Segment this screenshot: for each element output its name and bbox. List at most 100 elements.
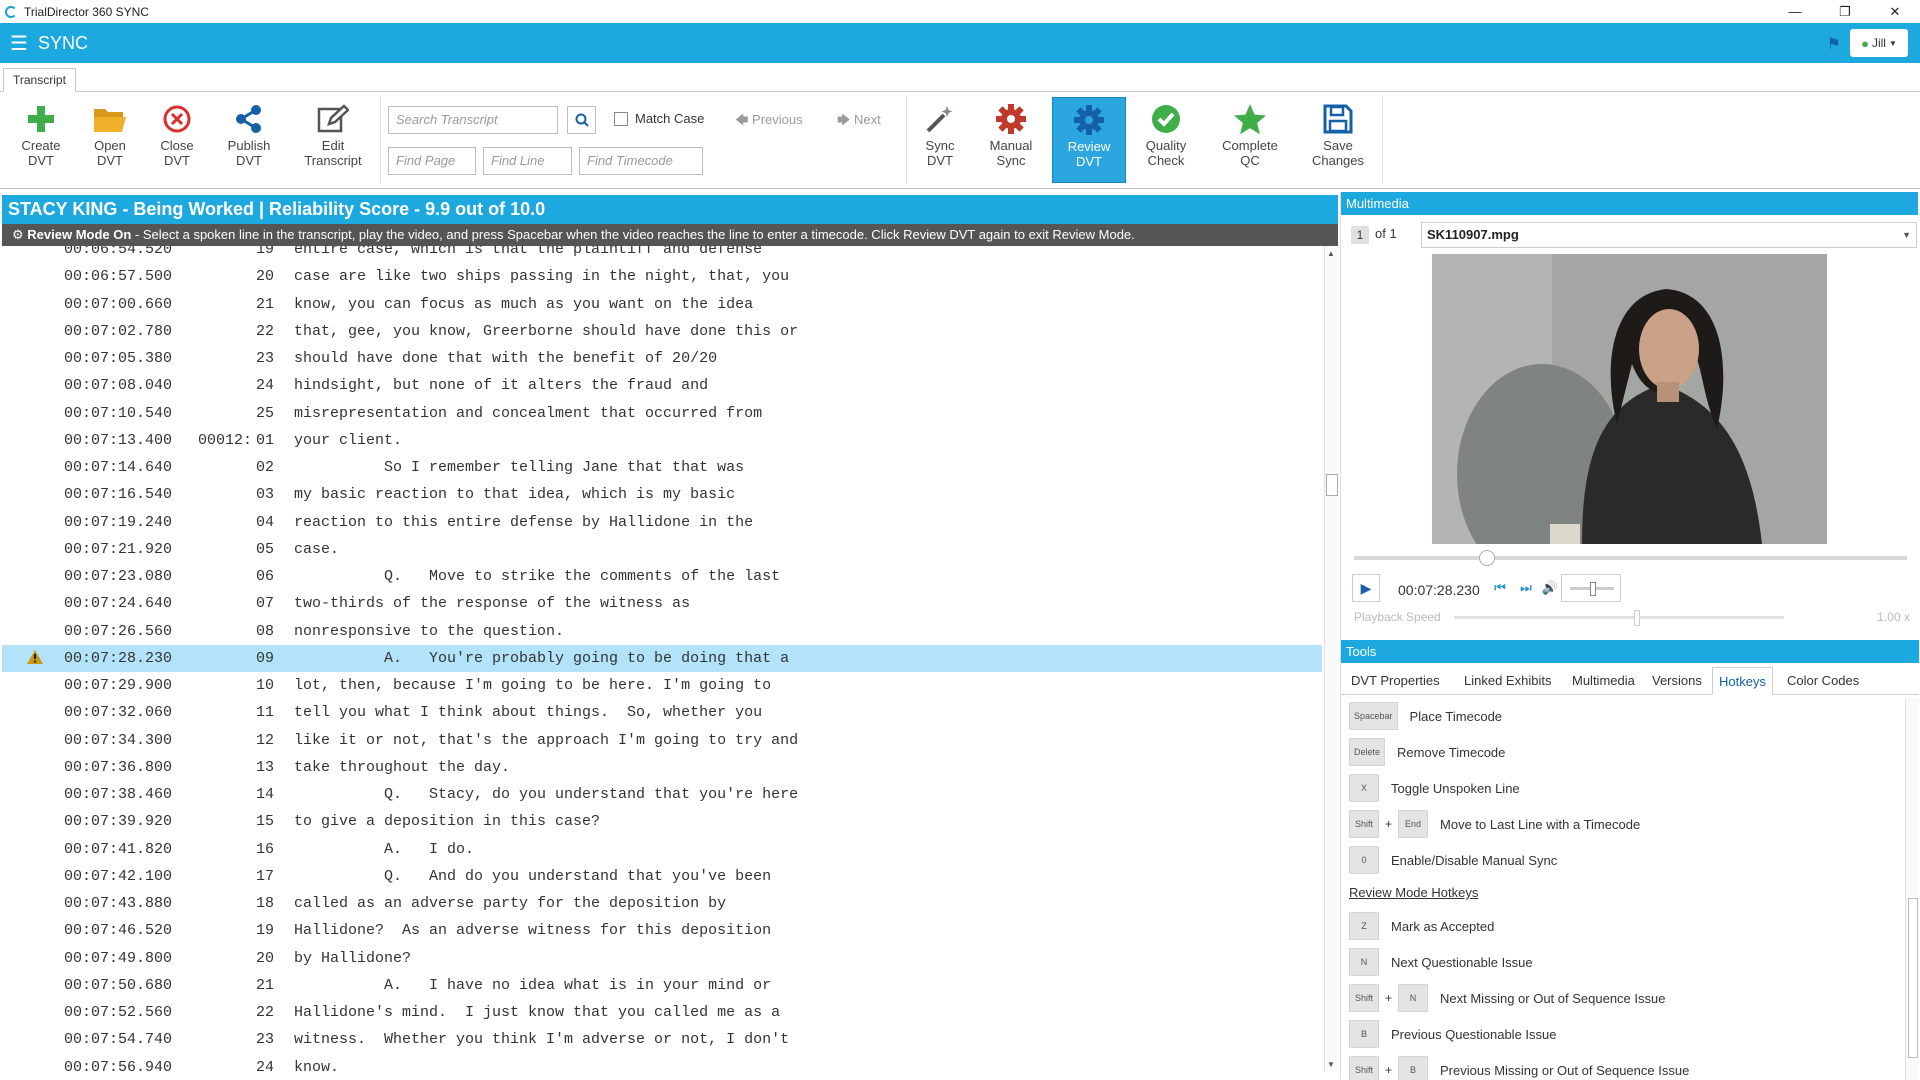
hotkeys-list: Spacebar Place Timecode Delete Remove Timec… [1341, 698, 1905, 1080]
video-seek-bar[interactable] [1354, 550, 1907, 566]
tab-versions[interactable]: Versions [1646, 667, 1708, 695]
playback-speed-track[interactable] [1454, 616, 1784, 619]
transcript-line[interactable]: 00:06:54.520 19 entire case, which is that… [2, 246, 1322, 263]
tools-scrollbar[interactable] [1905, 698, 1919, 1080]
play-button[interactable]: ▶ [1352, 574, 1380, 602]
play-icon: ▶ [1360, 579, 1372, 596]
find-page-input[interactable]: Find Page [388, 147, 476, 175]
video-frame [1432, 254, 1827, 544]
transcript-line[interactable]: 00:07:56.940 24 know. [2, 1054, 1322, 1073]
transcript-line[interactable]: 00:07:02.780 22 that, gee, you know, Greer… [2, 318, 1322, 345]
close-window-button[interactable]: ✕ [1870, 0, 1920, 23]
find-timecode-input[interactable]: Find Timecode [579, 147, 703, 175]
quality-check-button[interactable]: Quality Check [1133, 100, 1199, 180]
transcript-line[interactable]: 00:07:41.820 16 A. I do. [2, 836, 1322, 863]
line-number: 03 [256, 486, 275, 504]
tab-transcript[interactable]: Transcript [3, 68, 76, 92]
transcript-line[interactable]: 00:07:54.740 23 witness. Whether you think… [2, 1026, 1322, 1053]
ribbon-separator [1382, 96, 1383, 184]
find-line-input[interactable]: Find Line [483, 147, 572, 175]
hamburger-menu-icon[interactable]: ☰ [10, 31, 28, 56]
transcript-line[interactable]: 00:07:49.800 20 by Hallidone? [2, 945, 1322, 972]
transcript-line[interactable]: 00:07:13.400 00012: 01 your client. [2, 427, 1322, 454]
scroll-up-icon[interactable]: ▲ [1327, 249, 1335, 258]
search-transcript-input[interactable]: Search Transcript [388, 106, 558, 134]
transcript-line[interactable]: 00:07:46.520 19 Hallidone? As an adverse w… [2, 917, 1322, 944]
volume-slider[interactable] [1561, 574, 1621, 602]
transcript-line[interactable]: 00:07:16.540 03 my basic reaction to that … [2, 481, 1322, 508]
hotkey-row: Shift + End Move to Last Line with a Timeco… [1349, 809, 1640, 839]
hotkey-label: Next Questionable Issue [1391, 954, 1533, 970]
next-line-button[interactable]: ⏭ [1515, 574, 1537, 602]
volume-handle[interactable] [1590, 582, 1596, 596]
next-button[interactable]: 🡆 Next [837, 111, 881, 133]
playback-speed-handle[interactable] [1634, 610, 1640, 626]
video-player[interactable] [1432, 254, 1827, 544]
transcript-line[interactable]: 00:07:42.100 17 Q. And do you understand … [2, 863, 1322, 890]
tab-color-codes[interactable]: Color Codes [1781, 667, 1865, 695]
transcript-line[interactable]: 00:07:32.060 11 tell you what I think abou… [2, 699, 1322, 726]
transcript-line[interactable]: 00:07:10.540 25 misrepresentation and conc… [2, 400, 1322, 427]
tab-linked-exhibits[interactable]: Linked Exhibits [1458, 667, 1557, 695]
transcript-line[interactable]: 00:07:14.640 02 So I remember telling Jan… [2, 454, 1322, 481]
match-case-checkbox[interactable] [614, 112, 628, 126]
transcript-line[interactable]: 00:07:43.880 18 called as an adverse party… [2, 890, 1322, 917]
maximize-button[interactable]: ❐ [1820, 0, 1870, 23]
scrollbar-thumb[interactable] [1908, 898, 1918, 1058]
timecode: 00:07:41.820 [64, 840, 173, 858]
line-text: called as an adverse party for the depos… [294, 895, 727, 912]
chevron-down-icon: ▼ [1888, 38, 1897, 48]
transcript-line[interactable]: 00:07:34.300 12 like it or not, that's the… [2, 727, 1322, 754]
publish-dvt-button[interactable]: Publish DVT [214, 100, 284, 180]
scrollbar-thumb[interactable] [1326, 474, 1338, 496]
edit-transcript-button[interactable]: Edit Transcript [294, 100, 372, 180]
transcript-line[interactable]: 00:07:28.230 09 A. You're probably going … [2, 644, 1322, 672]
window-title: TrialDirector 360 SYNC [24, 4, 149, 19]
media-file-select[interactable]: SK110907.mpg ▼ [1421, 222, 1917, 248]
transcript-line[interactable]: 00:07:26.560 08 nonresponsive to the quest… [2, 618, 1322, 645]
close-dvt-button[interactable]: Close DVT [146, 100, 208, 180]
transcript-line[interactable]: 00:07:19.240 04 reaction to this entire de… [2, 509, 1322, 536]
transcript-line[interactable]: 00:07:38.460 14 Q. Stacy, do you understa… [2, 781, 1322, 808]
transcript-line[interactable]: 00:07:05.380 23 should have done that with… [2, 345, 1322, 372]
playback-speed-control[interactable]: Playback Speed 1.00 x [1354, 610, 1910, 626]
hotkey-key: B [1398, 1056, 1429, 1080]
transcript-lines[interactable]: 00:06:54.520 19 entire case, which is that… [2, 246, 1322, 1072]
create-dvt-button[interactable]: Create DVT [8, 100, 74, 180]
tab-multimedia[interactable]: Multimedia [1566, 667, 1641, 695]
transcript-line[interactable]: 00:07:29.900 10 lot, then, because I'm goi… [2, 672, 1322, 699]
transcript-line[interactable]: 00:07:36.800 13 take throughout the day. [2, 754, 1322, 781]
transcript-line[interactable]: 00:07:08.040 24 hindsight, but none of it … [2, 372, 1322, 399]
tab-hotkeys[interactable]: Hotkeys [1712, 667, 1773, 695]
timecode: 00:07:32.060 [64, 704, 173, 722]
user-menu-button[interactable]: ● Jill ▼ [1850, 29, 1908, 57]
previous-button[interactable]: 🡄 Previous [735, 111, 803, 133]
mute-button[interactable]: 🔊 [1539, 574, 1561, 602]
save-changes-button[interactable]: Save Changes [1300, 100, 1376, 180]
transcript-line[interactable]: 00:07:24.640 07 two-thirds of the response… [2, 590, 1322, 617]
previous-line-button[interactable]: ⏮ [1489, 574, 1511, 602]
transcript-line[interactable]: 00:07:52.560 22 Hallidone's mind. I just k… [2, 999, 1322, 1026]
transcript-line[interactable]: 00:07:23.080 06 Q. Move to strike the com… [2, 563, 1322, 590]
hotkey-key: X [1349, 774, 1379, 802]
review-dvt-button[interactable]: Review DVT [1052, 97, 1126, 183]
transcript-line[interactable]: 00:07:39.920 15 to give a deposition in th… [2, 808, 1322, 835]
transcript-line[interactable]: 00:06:57.500 20 case are like two ships pa… [2, 263, 1322, 290]
app-header: ☰ SYNC ⚑ ● Jill ▼ [0, 23, 1920, 63]
scroll-down-icon[interactable]: ▼ [1327, 1060, 1335, 1069]
tab-dvt-properties[interactable]: DVT Properties [1345, 667, 1446, 695]
transcript-line[interactable]: 00:07:50.680 21 A. I have no idea what is… [2, 972, 1322, 999]
line-text: two-thirds of the response of the witnes… [294, 595, 691, 613]
flag-icon[interactable]: ⚑ [1827, 34, 1841, 54]
transcript-scrollbar[interactable]: ▲ ▼ [1324, 246, 1338, 1072]
search-button[interactable] [567, 106, 596, 134]
complete-qc-button[interactable]: Complete QC [1210, 100, 1290, 180]
multimedia-header: Multimedia [1341, 192, 1918, 215]
sync-dvt-button[interactable]: Sync DVT [915, 100, 965, 180]
transcript-line[interactable]: 00:07:21.920 05 case. [2, 536, 1322, 563]
seek-handle[interactable] [1478, 550, 1495, 566]
open-dvt-button[interactable]: Open DVT [79, 100, 141, 180]
transcript-line[interactable]: 00:07:00.660 21 know, you can focus as muc… [2, 291, 1322, 318]
minimize-button[interactable]: — [1770, 0, 1820, 23]
manual-sync-button[interactable]: Manual Sync [980, 100, 1042, 180]
